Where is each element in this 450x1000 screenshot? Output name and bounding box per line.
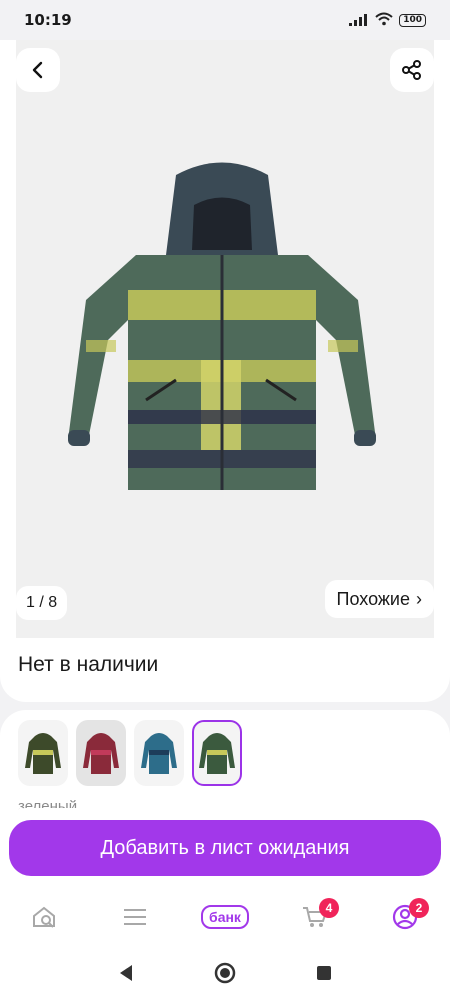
product-image <box>68 162 376 490</box>
color-variant-thumb[interactable] <box>134 720 184 786</box>
status-bar: 10:19 100 <box>0 0 450 40</box>
tab-profile[interactable]: 2 <box>375 892 435 942</box>
cart-badge: 4 <box>319 898 339 918</box>
cta-container: Добавить в лист ожидания <box>0 808 450 892</box>
back-button[interactable] <box>16 48 60 92</box>
chevron-left-icon <box>32 61 43 79</box>
home-circle-icon[interactable] <box>214 962 236 988</box>
system-navigation-bar <box>0 950 450 1000</box>
tab-bank[interactable]: банк <box>195 892 255 942</box>
bank-logo: банк <box>201 905 249 929</box>
signal-icon <box>349 11 369 30</box>
tab-catalog[interactable] <box>105 892 165 942</box>
jacket-thumbnail-image <box>25 733 61 774</box>
similar-label: Похожие <box>336 588 410 609</box>
menu-icon <box>124 909 146 925</box>
availability-text: Нет в наличии <box>18 653 159 676</box>
battery-icon: 100 <box>399 13 426 27</box>
tab-home[interactable] <box>15 892 75 942</box>
tab-cart[interactable]: 4 <box>285 892 345 942</box>
wifi-icon <box>375 11 393 30</box>
status-time: 10:19 <box>24 11 72 29</box>
similar-button[interactable]: Похожие › <box>324 580 434 618</box>
product-hero-card: 1 / 8 Похожие › Нет в наличии <box>0 40 450 702</box>
chevron-right-icon: › <box>416 588 422 609</box>
image-counter: 1 / 8 <box>16 586 68 620</box>
product-image-gallery[interactable]: 1 / 8 Похожие › <box>16 40 434 638</box>
profile-badge: 2 <box>409 898 429 918</box>
recents-square-icon[interactable] <box>316 965 332 985</box>
back-triangle-icon[interactable] <box>118 964 134 986</box>
color-variant-thumb[interactable] <box>18 720 68 786</box>
jacket-thumbnail-image <box>199 733 235 774</box>
jacket-thumbnail-image <box>83 733 119 774</box>
jacket-thumbnail-image <box>141 733 177 774</box>
share-button[interactable] <box>390 48 434 92</box>
home-search-icon <box>33 906 55 928</box>
bottom-tab-bar: банк 4 2 <box>0 884 450 950</box>
color-variant-thumb[interactable] <box>76 720 126 786</box>
status-icons: 100 <box>349 11 426 30</box>
add-to-waitlist-button[interactable]: Добавить в лист ожидания <box>9 820 441 876</box>
color-variant-thumb-selected[interactable] <box>192 720 242 786</box>
share-icon <box>402 60 421 80</box>
color-variant-list <box>18 720 242 786</box>
